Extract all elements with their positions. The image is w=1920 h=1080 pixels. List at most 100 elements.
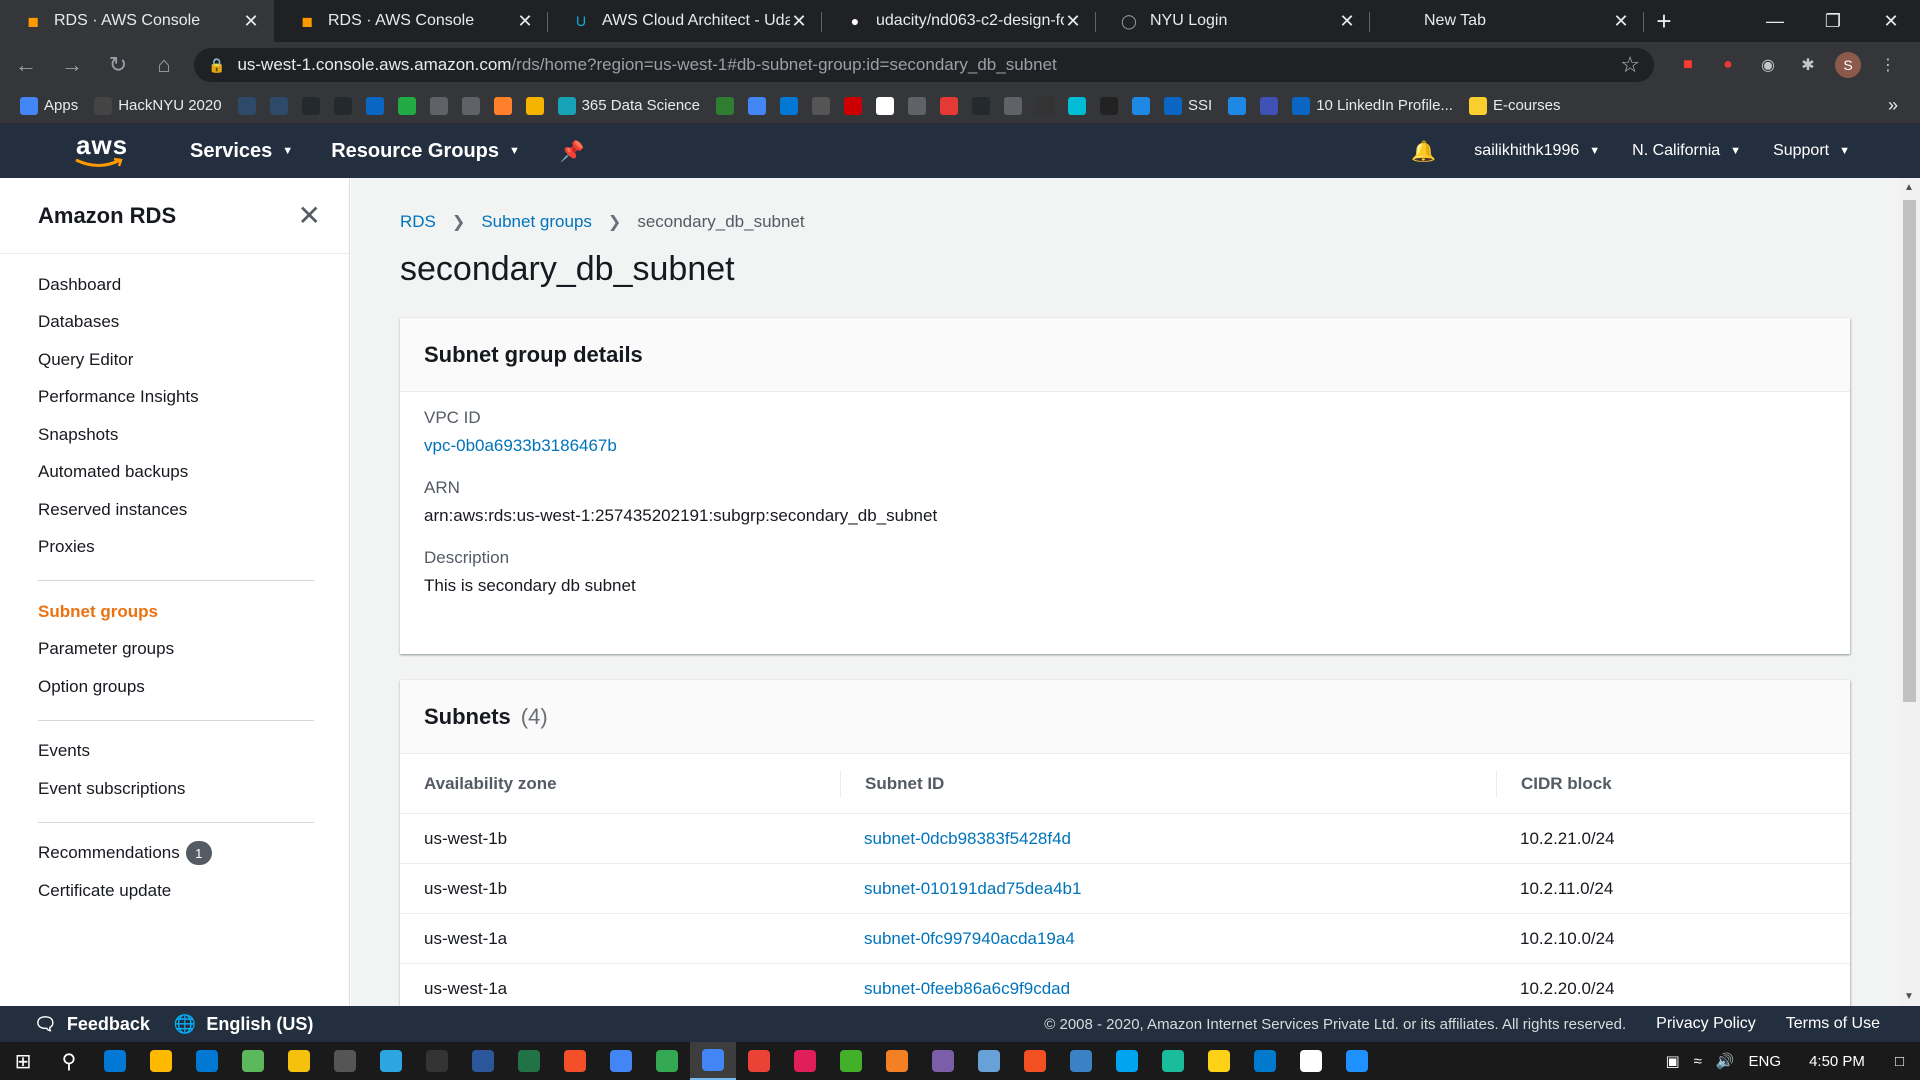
browser-tab[interactable]: ◼ RDS · AWS Console ✕ [274, 0, 548, 42]
sidebar-item-databases[interactable]: Databases [38, 304, 349, 342]
aws-logo[interactable]: aws [72, 131, 128, 171]
profile-avatar[interactable]: S [1828, 45, 1868, 85]
bookmark-item[interactable] [1100, 96, 1119, 115]
bookmark-item[interactable] [1260, 96, 1279, 115]
breadcrumb-subnet-groups[interactable]: Subnet groups [481, 212, 592, 232]
sidebar-item-reserved-instances[interactable]: Reserved instances [38, 491, 349, 529]
sidebar-item-option-groups[interactable]: Option groups [38, 668, 349, 706]
bookmark-item[interactable]: 10 LinkedIn Profile... [1292, 96, 1453, 115]
browser-tab[interactable]: U AWS Cloud Architect - Udacity✕ [548, 0, 822, 42]
bookmark-item[interactable] [716, 96, 735, 115]
taskbar-app-icon[interactable] [690, 1042, 736, 1080]
account-menu[interactable]: sailikhithk1996 ▼ [1474, 142, 1600, 160]
sidebar-item-event-subscriptions[interactable]: Event subscriptions [38, 770, 349, 808]
forward-arrow-icon[interactable]: → [52, 45, 92, 85]
bookmark-item[interactable] [301, 96, 320, 115]
bookmark-item[interactable] [1004, 96, 1023, 115]
back-arrow-icon[interactable]: ← [6, 45, 46, 85]
battery-icon[interactable]: ▣ [1665, 1052, 1679, 1070]
browser-tab[interactable]: ● udacity/nd063-c2-design-for ✕ [822, 0, 1096, 42]
sidebar-item-recommendations[interactable]: Recommendations 1 [38, 835, 349, 873]
taskbar-app-icon[interactable] [414, 1042, 460, 1080]
scrollbar-thumb[interactable] [1903, 200, 1916, 702]
taskbar-app-icon[interactable] [828, 1042, 874, 1080]
taskbar-app-icon[interactable] [184, 1042, 230, 1080]
support-menu[interactable]: Support ▼ [1773, 142, 1850, 160]
lock-icon[interactable]: 🔒 [208, 57, 225, 74]
feedback-button[interactable]: 🗨 Feedback [34, 1014, 150, 1035]
bookmark-item[interactable] [237, 96, 256, 115]
taskbar-app-icon[interactable] [1104, 1042, 1150, 1080]
wifi-icon[interactable]: ≈ [1694, 1053, 1702, 1070]
taskbar-app-icon[interactable] [1058, 1042, 1104, 1080]
bookmark-item[interactable] [844, 96, 863, 115]
tab-close-icon[interactable]: ✕ [1064, 11, 1082, 32]
extension-badge-icon[interactable]: ● [1708, 45, 1748, 85]
taskbar-app-icon[interactable] [276, 1042, 322, 1080]
menu-kebab-icon[interactable]: ⋮ [1868, 45, 1908, 85]
bookmark-item[interactable] [780, 96, 799, 115]
vpc-id-link[interactable]: vpc-0b0a6933b3186467b [424, 436, 1850, 456]
bookmark-item[interactable] [876, 96, 895, 115]
taskbar-app-icon[interactable] [368, 1042, 414, 1080]
url-input[interactable]: 🔒 us-west-1.console.aws.amazon.com/rds/h… [194, 48, 1654, 82]
sidebar-item-performance-insights[interactable]: Performance Insights [38, 379, 349, 417]
taskbar-app-icon[interactable] [1334, 1042, 1380, 1080]
taskbar-app-icon[interactable] [920, 1042, 966, 1080]
taskbar-app-icon[interactable] [322, 1042, 368, 1080]
column-header-availability-zone[interactable]: Availability zone [400, 770, 840, 798]
bookmark-item[interactable]: Apps [20, 96, 78, 115]
taskbar-app-icon[interactable] [598, 1042, 644, 1080]
taskbar-app-icon[interactable] [644, 1042, 690, 1080]
sidebar-item-proxies[interactable]: Proxies [38, 529, 349, 567]
reload-icon[interactable]: ↻ [98, 45, 138, 85]
volume-icon[interactable]: 🔊 [1716, 1052, 1735, 1070]
bookmark-item[interactable]: SSI [1164, 96, 1212, 115]
bookmark-item[interactable] [365, 96, 384, 115]
bookmark-item[interactable] [812, 96, 831, 115]
bell-icon[interactable]: 🔔 [1411, 139, 1436, 164]
camera-extension-icon[interactable]: ◉ [1748, 45, 1788, 85]
services-menu[interactable]: Services ▼ [190, 140, 293, 163]
sidebar-item-dashboard[interactable]: Dashboard [38, 266, 349, 304]
taskbar-app-icon[interactable] [1196, 1042, 1242, 1080]
bookmark-item[interactable]: E-courses [1468, 96, 1561, 115]
tab-close-icon[interactable]: ✕ [1612, 11, 1630, 32]
tab-close-icon[interactable]: ✕ [790, 11, 808, 32]
bookmark-item[interactable] [972, 96, 991, 115]
bookmark-item[interactable] [269, 96, 288, 115]
resource-groups-menu[interactable]: Resource Groups ▼ [331, 140, 520, 163]
bookmark-item[interactable] [333, 96, 352, 115]
sidebar-item-subnet-groups[interactable]: Subnet groups [38, 593, 349, 631]
taskbar-app-icon[interactable] [966, 1042, 1012, 1080]
bookmark-item[interactable]: HackNYU 2020 [94, 96, 222, 115]
bookmark-item[interactable] [1228, 96, 1247, 115]
taskbar-app-icon[interactable] [230, 1042, 276, 1080]
sidebar-item-query-editor[interactable]: Query Editor [38, 341, 349, 379]
subnet-id-link[interactable]: subnet-0dcb98383f5428f4d [840, 829, 1496, 849]
language-selector[interactable]: 🌐 English (US) [174, 1014, 313, 1035]
browser-tab[interactable]: New Tab ✕ [1370, 0, 1644, 42]
page-scrollbar[interactable]: ▲ ▼ [1899, 178, 1920, 1006]
minimize-icon[interactable]: — [1746, 0, 1804, 42]
taskbar-app-icon[interactable] [736, 1042, 782, 1080]
sidebar-item-events[interactable]: Events [38, 733, 349, 771]
bookmark-item[interactable] [429, 96, 448, 115]
taskbar-app-icon[interactable] [552, 1042, 598, 1080]
bookmark-item[interactable] [1036, 96, 1055, 115]
restore-icon[interactable]: ❐ [1804, 0, 1862, 42]
sidebar-item-parameter-groups[interactable]: Parameter groups [38, 631, 349, 669]
home-icon[interactable]: ⌂ [144, 45, 184, 85]
bookmark-item[interactable] [1068, 96, 1087, 115]
taskbar-app-icon[interactable] [874, 1042, 920, 1080]
column-header-cidr-block[interactable]: CIDR block [1496, 769, 1850, 798]
close-icon[interactable]: ✕ [298, 199, 321, 232]
bookmark-item[interactable]: 365 Data Science [557, 96, 700, 115]
bookmark-item[interactable] [748, 96, 767, 115]
taskbar-app-icon[interactable] [506, 1042, 552, 1080]
sidebar-item-certificate-update[interactable]: Certificate update [38, 872, 349, 910]
tab-close-icon[interactable]: ✕ [242, 11, 260, 32]
region-menu[interactable]: N. California ▼ [1632, 142, 1741, 160]
bookmark-item[interactable] [493, 96, 512, 115]
taskbar-app-icon[interactable] [460, 1042, 506, 1080]
